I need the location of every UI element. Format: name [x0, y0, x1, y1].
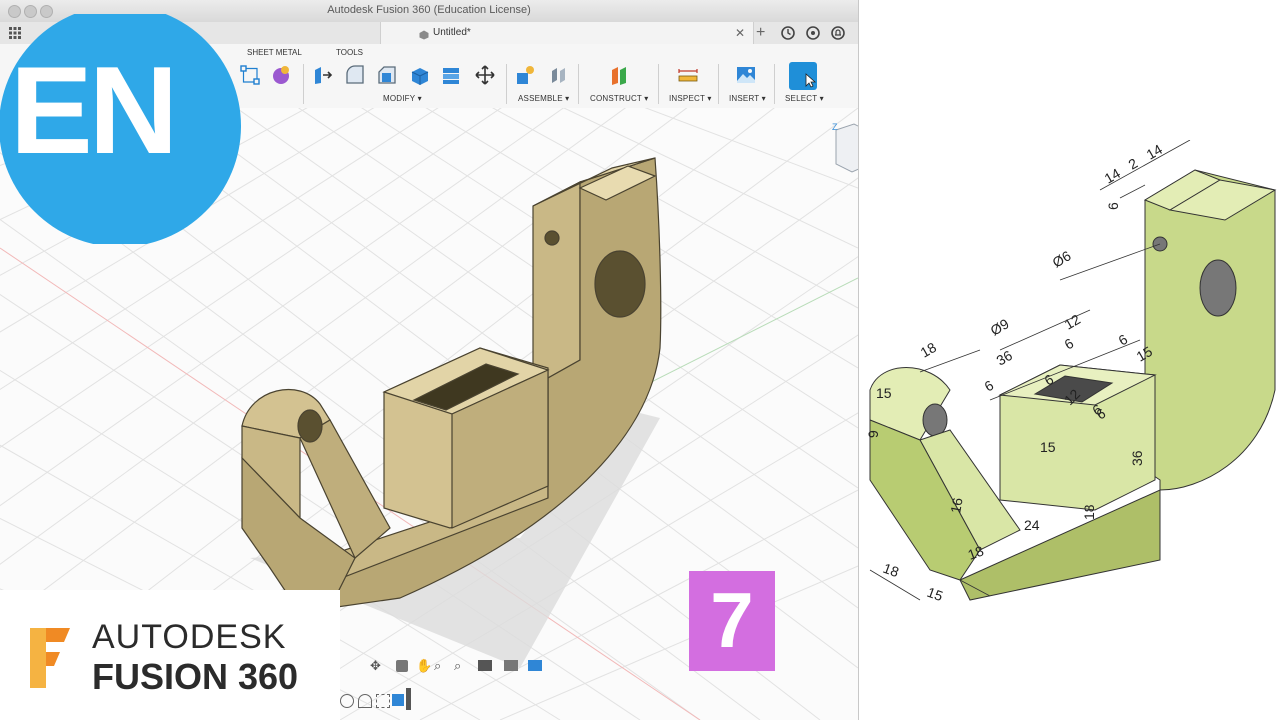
- toolbar-separator: [506, 64, 507, 104]
- display-settings-icon[interactable]: [478, 660, 492, 671]
- chamfer-icon[interactable]: [376, 64, 398, 86]
- tab-sheet-metal[interactable]: SHEET METAL: [247, 48, 302, 57]
- dim-label: 6: [982, 377, 997, 395]
- close-tab-icon[interactable]: ✕: [735, 26, 745, 40]
- select-menu[interactable]: SELECT ▾: [785, 94, 824, 103]
- dim-label: 14: [1144, 141, 1166, 163]
- drawing-part: [869, 169, 1277, 601]
- dim-label: 6: [1062, 335, 1077, 353]
- dim-label: Ø6: [1050, 247, 1074, 270]
- combine-icon[interactable]: [440, 64, 462, 86]
- dim-label: 6: [1116, 331, 1131, 349]
- view-cube[interactable]: Z: [830, 120, 858, 180]
- document-tab-label: Untitled*: [433, 27, 471, 38]
- dim-label: 36: [994, 347, 1016, 369]
- toolbar-separator: [774, 64, 775, 104]
- shell-icon[interactable]: [408, 64, 430, 86]
- insert-menu[interactable]: INSERT ▾: [729, 94, 766, 103]
- look-at-icon[interactable]: [396, 660, 408, 672]
- document-tab[interactable]: Untitled* ✕: [380, 22, 754, 44]
- joint-icon[interactable]: [548, 64, 570, 86]
- dim-label: 16: [947, 496, 965, 514]
- dim-label: 15: [1040, 439, 1056, 455]
- new-tab-icon[interactable]: +: [756, 24, 765, 42]
- fit-icon[interactable]: ⌕: [454, 658, 461, 674]
- dim-label: 18: [1081, 504, 1097, 520]
- brand-line1: AUTODESK: [92, 618, 287, 656]
- select-icon[interactable]: [789, 62, 817, 90]
- technical-drawing: 14 2 14 6 Ø6 Ø9 18 12 36 6 6 6 15 15 9 6…: [865, 140, 1277, 604]
- dim-label: 15: [925, 584, 945, 604]
- dim-label: 6: [1105, 202, 1121, 210]
- extensions-icon[interactable]: [781, 26, 795, 40]
- toolbar-separator: [658, 64, 659, 104]
- episode-badge: 7: [689, 571, 775, 671]
- brand-logo: AUTODESK FUSION 360: [0, 590, 340, 720]
- dim-label: 18: [881, 560, 901, 580]
- notifications-icon[interactable]: [831, 26, 845, 40]
- dim-label: 9: [865, 430, 881, 438]
- measure-icon[interactable]: [677, 64, 699, 86]
- dim-label: 2: [1126, 155, 1141, 173]
- orbit-icon[interactable]: ✥: [370, 658, 381, 674]
- timeline-sketch-icon[interactable]: [376, 694, 390, 708]
- modify-menu[interactable]: MODIFY ▾: [383, 94, 422, 103]
- viewports-icon[interactable]: [528, 660, 542, 671]
- grid-settings-icon[interactable]: [504, 660, 518, 671]
- toolbar-separator: [578, 64, 579, 104]
- move-icon[interactable]: [474, 64, 496, 86]
- fusion-part[interactable]: [241, 157, 662, 609]
- brand-line2: FUSION 360: [92, 656, 299, 697]
- timeline-fillet-icon[interactable]: [340, 694, 354, 708]
- inspect-menu[interactable]: INSPECT ▾: [669, 94, 712, 103]
- press-pull-icon[interactable]: [312, 64, 334, 86]
- episode-number: 7: [710, 576, 754, 664]
- zoom-icon[interactable]: ⌕: [434, 658, 441, 674]
- insert-image-icon[interactable]: [735, 64, 757, 86]
- fillet-icon[interactable]: [344, 64, 366, 86]
- timeline: [340, 688, 460, 712]
- tab-tools[interactable]: TOOLS: [336, 48, 363, 57]
- navigation-bar: ✥ ✋ ⌕ ⌕: [368, 658, 548, 678]
- component-icon: [419, 27, 429, 40]
- fusion-logo-icon: [26, 624, 74, 688]
- new-component-icon[interactable]: [514, 64, 536, 86]
- dim-label: 24: [1024, 517, 1040, 533]
- dim-label: 36: [1129, 450, 1145, 466]
- dim-label: 15: [876, 385, 892, 401]
- toolbar-separator: [718, 64, 719, 104]
- timeline-extrude-icon[interactable]: [358, 694, 372, 708]
- job-status-icon[interactable]: [806, 26, 820, 40]
- form-icon[interactable]: [270, 64, 292, 86]
- language-badge: EN: [0, 14, 244, 244]
- toolbar-separator: [303, 64, 304, 104]
- svg-text:Z: Z: [832, 122, 838, 132]
- dim-label: 18: [918, 339, 940, 361]
- language-badge-text: EN: [10, 42, 178, 180]
- pan-icon[interactable]: ✋: [416, 658, 432, 674]
- timeline-marker[interactable]: [406, 688, 411, 710]
- construct-menu[interactable]: CONSTRUCT ▾: [590, 94, 649, 103]
- offset-plane-icon[interactable]: [608, 64, 630, 86]
- dim-label: Ø9: [988, 315, 1012, 338]
- timeline-body-icon[interactable]: [392, 694, 404, 706]
- assemble-menu[interactable]: ASSEMBLE ▾: [518, 94, 569, 103]
